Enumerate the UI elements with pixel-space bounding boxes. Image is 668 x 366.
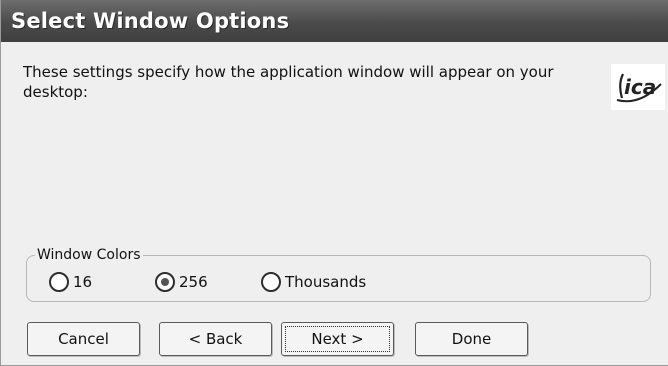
- radio-256-colors[interactable]: 256: [155, 269, 208, 295]
- radio-256-label: 256: [179, 273, 208, 291]
- select-window-options-dialog: Select Window Options These settings spe…: [0, 0, 668, 366]
- radio-button-circle-selected[interactable]: [155, 272, 175, 292]
- next-button[interactable]: Next >: [281, 322, 394, 356]
- done-button[interactable]: Done: [415, 322, 528, 356]
- back-button[interactable]: < Back: [159, 322, 272, 356]
- window-colors-legend: Window Colors: [35, 245, 143, 265]
- window-colors-group: Window Colors 16 256 Thousands: [26, 245, 651, 302]
- ica-logo-graphic: ica: [616, 73, 662, 103]
- logo-text: ica: [624, 75, 656, 99]
- radio-16-colors[interactable]: 16: [49, 269, 92, 295]
- radio-thousands-label: Thousands: [285, 273, 367, 291]
- radio-button-circle[interactable]: [261, 272, 281, 292]
- radio-button-circle[interactable]: [49, 272, 69, 292]
- dialog-description: These settings specify how the applicati…: [23, 63, 554, 101]
- radio-thousands-colors[interactable]: Thousands: [261, 269, 366, 295]
- next-button-label: Next >: [311, 330, 364, 348]
- ica-logo-icon: ica: [611, 64, 665, 110]
- dialog-title: Select Window Options: [1, 0, 668, 42]
- cancel-button[interactable]: Cancel: [27, 322, 140, 356]
- radio-16-label: 16: [73, 273, 93, 291]
